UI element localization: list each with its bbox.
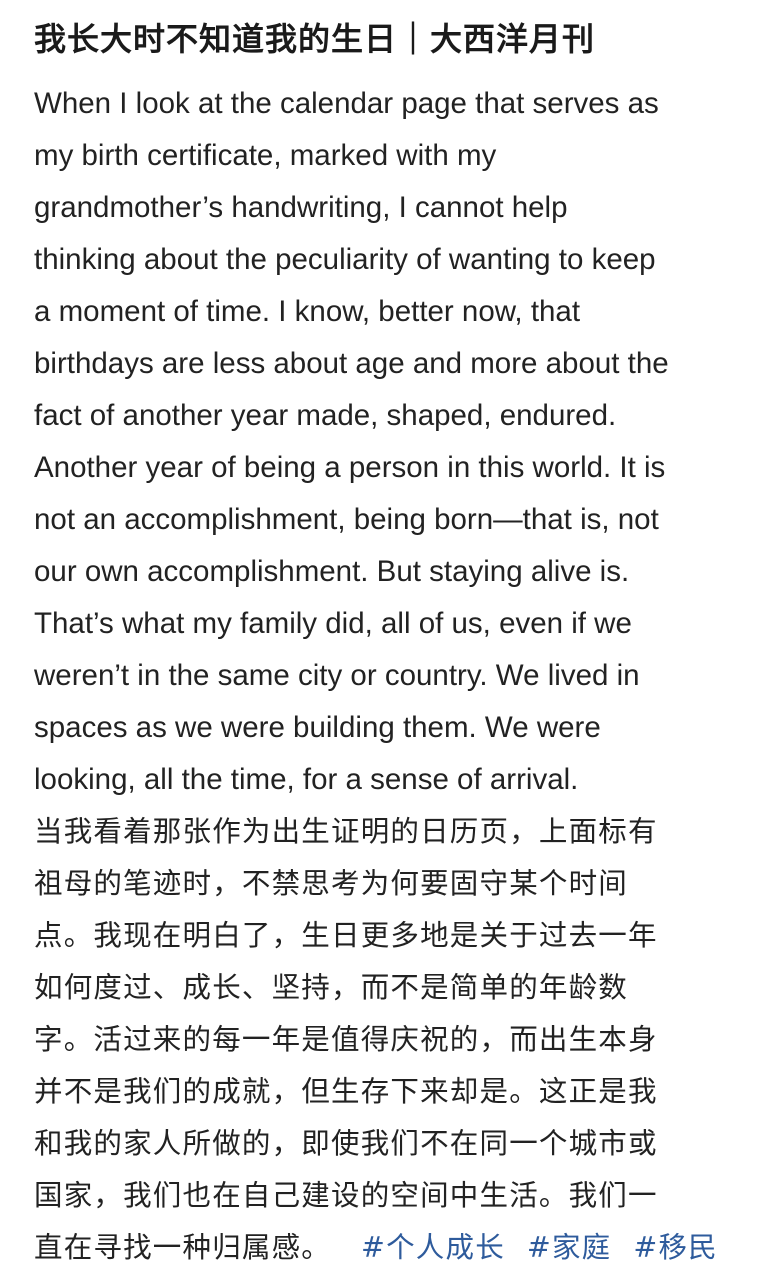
chinese-text-line: 点。我现在明白了，生日更多地是关于过去一年 [34,919,658,952]
chinese-text-line: 当我看着那张作为出生证明的日历页，上面标有 [34,815,658,848]
english-text-line: Another year of being a person in this w… [34,451,666,484]
hashtag-family[interactable]: #家庭 [527,1231,611,1264]
post-body: When I look at the calendar page that se… [34,78,754,1274]
chinese-text-line-last: 直在寻找一种归属感。 #个人成长 #家庭 #移民 [34,1222,754,1274]
chinese-text-line: 祖母的笔迹时，不禁思考为何要固守某个时间 [34,867,629,900]
hashtag-immigration[interactable]: #移民 [633,1231,717,1264]
english-text-line: not an accomplishment, being born—that i… [34,503,659,536]
chinese-text-line: 和我的家人所做的，即使我们不在同一个城市或 [34,1127,658,1160]
english-text-line: a moment of time. I know, better now, th… [34,295,581,328]
english-text-line: fact of another year made, shaped, endur… [34,399,617,432]
english-text-line: grandmother’s handwriting, I cannot help [34,191,568,224]
english-text-line: birthdays are less about age and more ab… [34,347,669,380]
post: 我长大时不知道我的生日｜大西洋月刊 When I look at the cal… [34,12,754,1274]
post-title: 我长大时不知道我的生日｜大西洋月刊 [34,20,596,58]
english-text-line: our own accomplishment. But staying aliv… [34,555,630,588]
english-text-line: weren’t in the same city or country. We … [34,659,640,692]
english-text-line: my birth certificate, marked with my [34,139,497,172]
english-text-line: That’s what my family did, all of us, ev… [34,607,632,640]
hashtag-personal-growth[interactable]: #个人成长 [361,1231,505,1264]
english-text-line: thinking about the peculiarity of wantin… [34,243,656,276]
chinese-text-line: 并不是我们的成就，但生存下来却是。这正是我 [34,1075,658,1108]
english-text-line: When I look at the calendar page that se… [34,87,659,120]
chinese-text-line: 字。活过来的每一年是值得庆祝的，而出生本身 [34,1023,658,1056]
chinese-text-line: 如何度过、成长、坚持，而不是简单的年龄数 [34,971,629,1004]
hashtag-list: #个人成长 #家庭 #移民 [331,1231,718,1264]
chinese-text-tail: 直在寻找一种归属感。 [34,1231,332,1264]
chinese-text-line: 国家，我们也在自己建设的空间中生活。我们一 [34,1179,658,1212]
english-text-line: spaces as we were building them. We were [34,711,601,744]
english-text-line: looking, all the time, for a sense of ar… [34,763,579,796]
